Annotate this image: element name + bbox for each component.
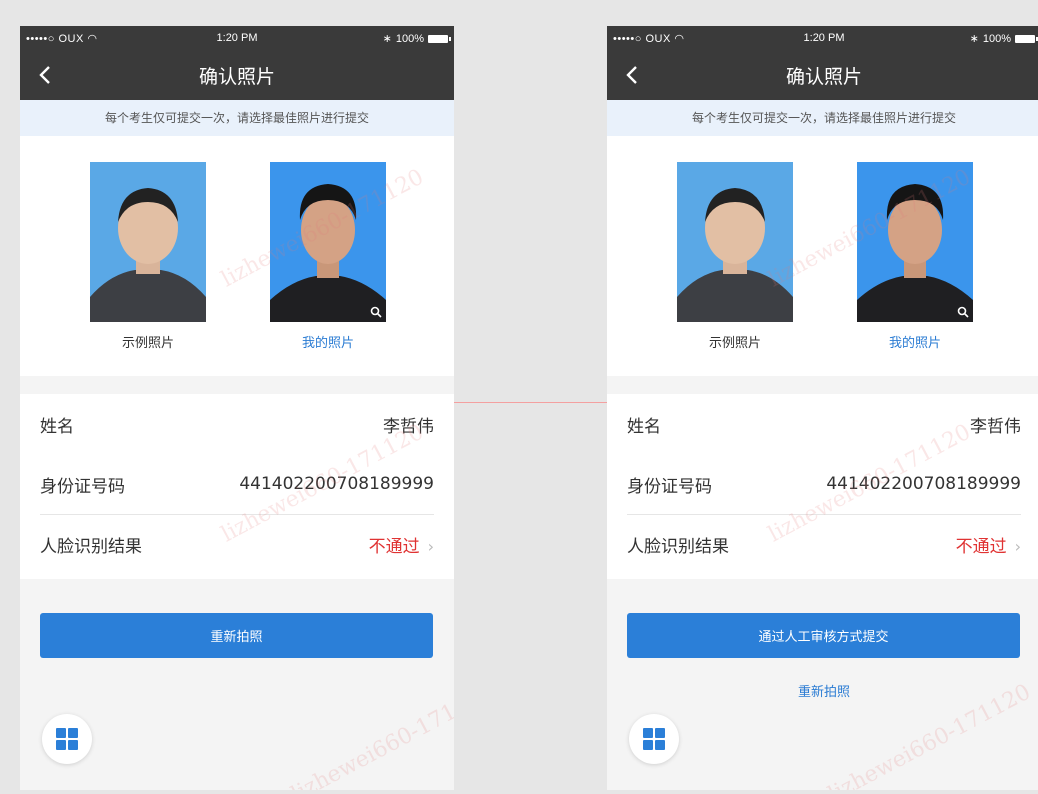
- photo-section: 示例照片 我的照片: [607, 136, 1038, 376]
- id-row: 身份证号码 441402200708189999: [627, 454, 1021, 514]
- id-value: 441402200708189999: [826, 474, 1021, 494]
- my-photo-caption[interactable]: 我的照片: [857, 332, 973, 351]
- name-row: 姓名 李哲伟: [627, 394, 1021, 454]
- apps-button[interactable]: [42, 714, 92, 764]
- header: •••••○ OUX ◠ 1:20 PM ∗ 100% 确认照片: [20, 26, 454, 100]
- my-photo-image[interactable]: [857, 162, 973, 322]
- status-bar: •••••○ OUX ◠ 1:20 PM ∗ 100%: [607, 26, 1038, 52]
- photo-section: 示例照片 我的照片: [20, 136, 454, 376]
- notice-banner: 每个考生仅可提交一次，请选择最佳照片进行提交: [607, 100, 1038, 136]
- phone-screen-left: •••••○ OUX ◠ 1:20 PM ∗ 100% 确认照片 每个考生仅可提…: [20, 26, 454, 790]
- status-bar: •••••○ OUX ◠ 1:20 PM ∗ 100%: [20, 26, 454, 52]
- my-photo-image[interactable]: [270, 162, 386, 322]
- grid-icon: [643, 728, 665, 750]
- chevron-right-icon: ›: [427, 537, 434, 556]
- bluetooth-icon: ∗: [969, 33, 979, 45]
- sample-photo: 示例照片: [90, 162, 206, 351]
- info-list: 姓名 李哲伟 身份证号码 441402200708189999 人脸识别结果 不…: [607, 394, 1038, 579]
- battery-status: ∗ 100%: [382, 32, 451, 45]
- id-value: 441402200708189999: [239, 474, 434, 494]
- sample-photo: 示例照片: [677, 162, 793, 351]
- id-label: 身份证号码: [40, 476, 125, 497]
- grid-icon: [56, 728, 78, 750]
- flow-connector: [454, 402, 607, 403]
- face-result-row[interactable]: 人脸识别结果 不通过 ›: [40, 514, 434, 574]
- face-result-label: 人脸识别结果: [627, 537, 729, 557]
- nav-bar: 确认照片: [20, 52, 454, 100]
- face-result-value: 不通过: [368, 537, 420, 557]
- my-photo[interactable]: 我的照片: [270, 162, 386, 351]
- retake-link[interactable]: 重新拍照: [607, 681, 1038, 700]
- sample-photo-image: [677, 162, 793, 322]
- page-title: 确认照片: [198, 66, 275, 88]
- bluetooth-icon: ∗: [382, 33, 392, 45]
- name-label: 姓名: [40, 416, 74, 437]
- sample-photo-caption: 示例照片: [121, 336, 174, 351]
- chevron-right-icon: ›: [1014, 537, 1021, 556]
- my-photo[interactable]: 我的照片: [857, 162, 973, 351]
- nav-bar: 确认照片: [607, 52, 1038, 100]
- manual-review-submit-button[interactable]: 通过人工审核方式提交: [627, 613, 1020, 658]
- watermark: lizhewei660-171120: [287, 679, 454, 790]
- phone-screen-right: •••••○ OUX ◠ 1:20 PM ∗ 100% 确认照片 每个考生仅可提…: [607, 26, 1038, 790]
- my-photo-caption[interactable]: 我的照片: [270, 332, 386, 351]
- sample-photo-image: [90, 162, 206, 322]
- apps-button[interactable]: [629, 714, 679, 764]
- header: •••••○ OUX ◠ 1:20 PM ∗ 100% 确认照片: [607, 26, 1038, 100]
- battery-icon: [428, 34, 451, 43]
- face-result-row[interactable]: 人脸识别结果 不通过 ›: [627, 514, 1021, 574]
- info-list: 姓名 李哲伟 身份证号码 441402200708189999 人脸识别结果 不…: [20, 394, 454, 579]
- battery-status: ∗ 100%: [969, 32, 1038, 45]
- notice-banner: 每个考生仅可提交一次，请选择最佳照片进行提交: [20, 100, 454, 136]
- zoom-icon[interactable]: [370, 306, 382, 318]
- face-result-label: 人脸识别结果: [40, 537, 142, 557]
- face-result-value: 不通过: [955, 537, 1007, 557]
- page-title: 确认照片: [785, 66, 862, 88]
- battery-icon: [1015, 34, 1038, 43]
- retake-button[interactable]: 重新拍照: [40, 613, 433, 658]
- name-value: 李哲伟: [383, 416, 434, 437]
- sample-photo-caption: 示例照片: [708, 336, 761, 351]
- id-row: 身份证号码 441402200708189999: [40, 454, 434, 514]
- name-row: 姓名 李哲伟: [40, 394, 434, 454]
- id-label: 身份证号码: [627, 476, 712, 497]
- zoom-icon[interactable]: [957, 306, 969, 318]
- name-label: 姓名: [627, 416, 661, 437]
- name-value: 李哲伟: [970, 416, 1021, 437]
